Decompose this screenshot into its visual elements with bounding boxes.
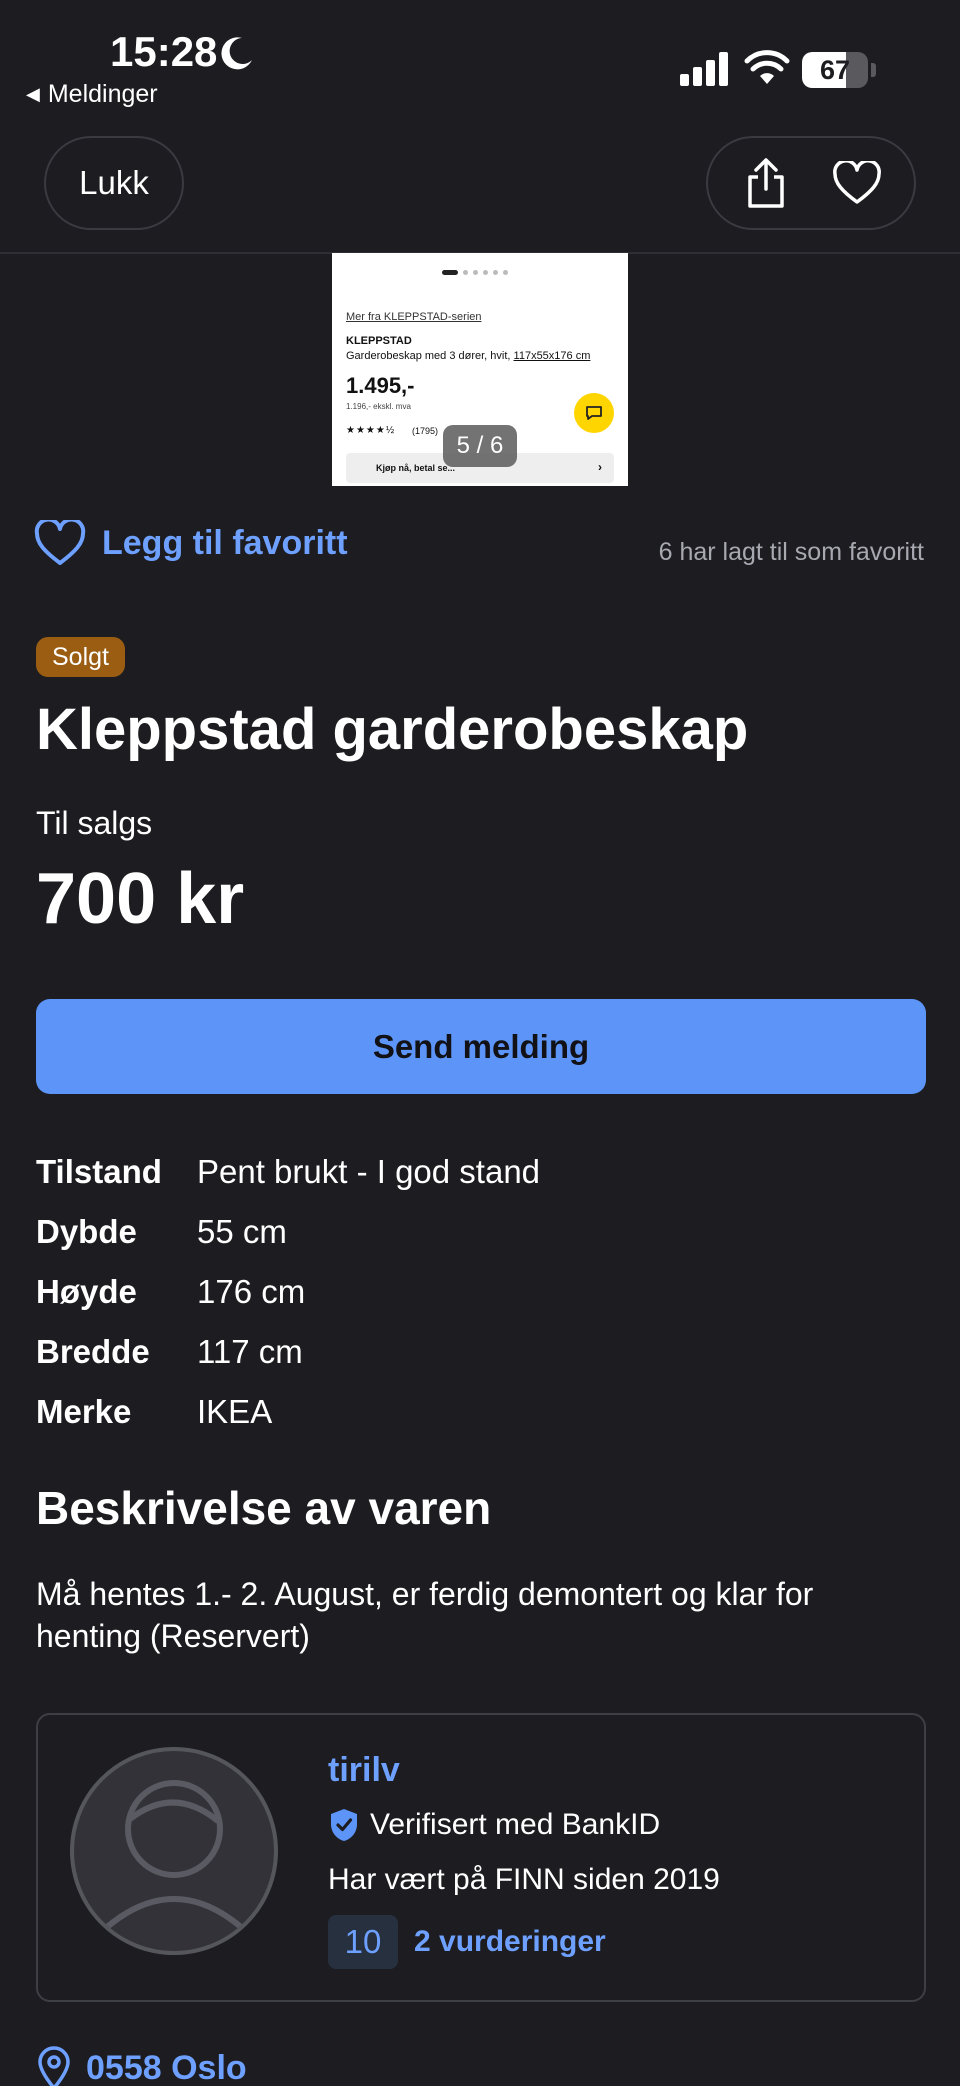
cellular-signal-icon — [680, 52, 728, 86]
image-price: 1.495,- — [346, 373, 415, 398]
back-triangle-icon: ◀ — [26, 84, 40, 104]
spec-key: Høyde — [36, 1273, 137, 1310]
spec-row: Dybde 55 cm — [36, 1202, 540, 1262]
battery-tip — [871, 63, 876, 77]
rating-score: 10 — [328, 1915, 398, 1969]
spec-value: 117 cm — [197, 1333, 303, 1370]
member-since: Har vært på FINN siden 2019 — [328, 1863, 720, 1896]
verified-shield-icon — [331, 1809, 357, 1841]
image-description: Garderobeskap med 3 dører, hvit, 117x55x… — [346, 350, 591, 362]
send-message-button[interactable]: Send melding — [36, 999, 926, 1094]
spec-key: Tilstand — [36, 1153, 162, 1190]
image-vat: 1.196,- ekskl. mva — [346, 402, 411, 411]
listing-price: 700 kr — [36, 859, 245, 939]
spec-value: Pent brukt - I god stand — [197, 1153, 541, 1190]
share-button[interactable] — [736, 153, 796, 213]
status-bar: 15:28 ◀ Meldinger 67 — [0, 0, 960, 120]
spec-row: Tilstand Pent brukt - I god stand — [36, 1142, 540, 1202]
favorite-button[interactable] — [827, 153, 887, 213]
heart-outline-icon — [34, 520, 86, 565]
spec-value: 55 cm — [197, 1213, 287, 1250]
spec-table: Tilstand Pent brukt - I god stand Dybde … — [36, 1142, 540, 1442]
spec-row: Høyde 176 cm — [36, 1262, 540, 1322]
sold-badge: Solgt — [36, 637, 125, 677]
favorite-count: 6 har lagt til som favoritt — [658, 538, 924, 566]
spec-row: Merke IKEA — [36, 1382, 540, 1442]
spec-value: IKEA — [197, 1393, 273, 1430]
close-button[interactable]: Lukk — [44, 136, 184, 230]
spec-key: Merke — [36, 1393, 132, 1430]
moon-icon — [221, 37, 252, 70]
image-brand: KLEPPSTAD — [346, 335, 412, 347]
image-stars: ★★★★½ — [346, 425, 396, 436]
listing-image[interactable]: Mer fra KLEPPSTAD-serien KLEPPSTAD Garde… — [332, 253, 628, 486]
avatar[interactable] — [70, 1747, 278, 1955]
spec-key: Bredde — [36, 1333, 150, 1370]
spec-row: Bredde 117 cm — [36, 1322, 540, 1382]
battery-level: 67 — [819, 55, 851, 85]
heart-icon — [832, 161, 881, 204]
image-series-link: Mer fra KLEPPSTAD-serien — [346, 311, 482, 323]
image-dots — [442, 270, 508, 275]
status-time: 15:28 — [110, 28, 218, 75]
image-chat-icon — [574, 393, 614, 433]
listing-title: Kleppstad garderobeskap — [36, 697, 749, 762]
user-avatar-icon — [93, 1780, 255, 1940]
seller-card: tirilv Verifisert med BankID Har vært på… — [36, 1713, 926, 2002]
description-text: Må hentes 1.- 2. August, er ferdig demon… — [36, 1576, 814, 1654]
map-pin-icon — [38, 2046, 70, 2086]
reviews-link[interactable]: 2 vurderinger — [414, 1925, 606, 1959]
spec-value: 176 cm — [197, 1273, 306, 1310]
back-app-label: Meldinger — [47, 80, 158, 108]
verified-label: Verifisert med BankID — [370, 1808, 661, 1841]
wifi-icon — [744, 50, 790, 84]
location-link[interactable]: 0558 Oslo — [36, 2046, 247, 2086]
rating-row[interactable]: 10 2 vurderinger — [328, 1915, 606, 1969]
seller-name-link[interactable]: tirilv — [328, 1751, 400, 1790]
back-to-app-link[interactable]: ◀ Meldinger — [26, 80, 158, 109]
sale-type: Til salgs — [36, 805, 153, 841]
description-heading: Beskrivelse av varen — [36, 1482, 492, 1534]
location-label: 0558 Oslo — [86, 2048, 247, 2086]
battery-icon: 67 — [802, 52, 868, 88]
verified-row: Verifisert med BankID — [328, 1807, 660, 1843]
action-pill — [706, 136, 916, 230]
add-favorite-button[interactable]: Legg til favoritt — [34, 520, 348, 566]
image-counter: 5 / 6 — [443, 425, 517, 467]
image-review-count: (1795) — [412, 426, 439, 436]
share-icon — [747, 158, 784, 208]
add-favorite-label: Legg til favoritt — [102, 523, 348, 562]
spec-key: Dybde — [36, 1213, 137, 1250]
